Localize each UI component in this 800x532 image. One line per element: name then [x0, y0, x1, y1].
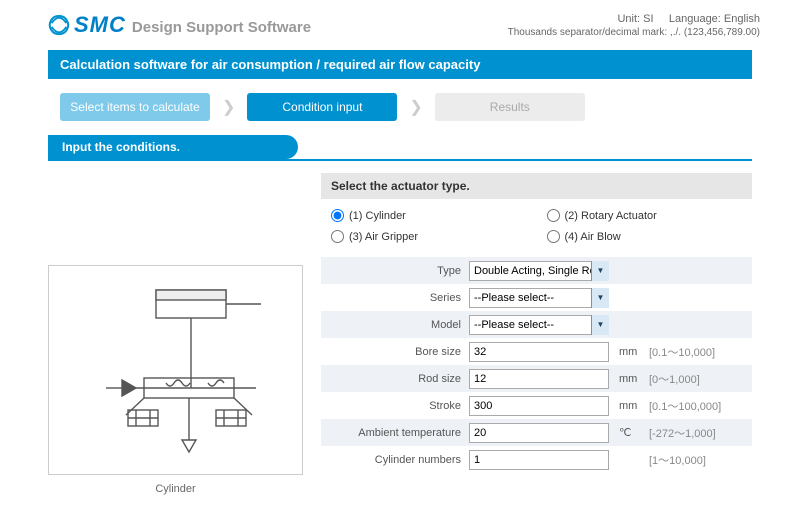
rod-size-input[interactable]	[469, 369, 609, 389]
series-select[interactable]: --Please select--	[469, 288, 609, 308]
brand-logo: SMC	[48, 12, 126, 38]
unit-label: Unit:	[617, 13, 640, 25]
parameter-form: Type Double Acting, Single Rod▼ Series -…	[321, 257, 752, 473]
cylnum-range: [1～10,000]	[643, 452, 706, 468]
brand-text: SMC	[74, 12, 126, 38]
radio-air-gripper[interactable]: (3) Air Gripper	[331, 230, 527, 243]
radio-air-blow[interactable]: (4) Air Blow	[547, 230, 743, 243]
step-condition-input[interactable]: Condition input	[247, 93, 397, 121]
section-divider	[48, 159, 752, 161]
radio-rotary-actuator[interactable]: (2) Rotary Actuator	[547, 209, 743, 222]
rod-range: [0～1,000]	[643, 371, 700, 387]
header: SMC Design Support Software Unit: SI Lan…	[0, 0, 800, 42]
radio-cylinder-input[interactable]	[331, 209, 344, 222]
cylinder-numbers-input[interactable]	[469, 450, 609, 470]
radio-blow-input[interactable]	[547, 230, 560, 243]
actuator-type-heading: Select the actuator type.	[321, 173, 752, 199]
page-title: Calculation software for air consumption…	[48, 50, 752, 79]
model-select[interactable]: --Please select--	[469, 315, 609, 335]
wizard-steps: Select items to calculate ❯ Condition in…	[60, 93, 752, 121]
model-label: Model	[321, 319, 469, 331]
section-heading: Input the conditions.	[48, 135, 298, 159]
actuator-type-radios: (1) Cylinder (2) Rotary Actuator (3) Air…	[321, 209, 752, 257]
rod-unit: mm	[609, 373, 643, 385]
language-value[interactable]: English	[724, 13, 760, 25]
app-subtitle: Design Support Software	[132, 19, 311, 36]
chevron-right-icon: ❯	[222, 97, 235, 117]
cylinder-numbers-label: Cylinder numbers	[321, 454, 469, 466]
bore-size-label: Bore size	[321, 346, 469, 358]
type-label: Type	[321, 265, 469, 277]
stroke-range: [0.1～100,000]	[643, 398, 721, 414]
step-select-items[interactable]: Select items to calculate	[60, 93, 210, 121]
unit-value[interactable]: SI	[643, 13, 653, 25]
type-select[interactable]: Double Acting, Single Rod	[469, 261, 609, 281]
stroke-label: Stroke	[321, 400, 469, 412]
smc-spiral-icon	[48, 14, 70, 36]
language-label: Language:	[669, 13, 721, 25]
ambient-range: [-272～1,000]	[643, 425, 716, 441]
bore-size-input[interactable]	[469, 342, 609, 362]
separator-note: Thousands separator/decimal mark: ,./. (…	[508, 27, 760, 38]
ambient-temp-input[interactable]	[469, 423, 609, 443]
radio-gripper-input[interactable]	[331, 230, 344, 243]
series-label: Series	[321, 292, 469, 304]
stroke-unit: mm	[609, 400, 643, 412]
actuator-diagram	[48, 265, 303, 475]
bore-unit: mm	[609, 346, 643, 358]
diagram-caption: Cylinder	[48, 483, 303, 495]
rod-size-label: Rod size	[321, 373, 469, 385]
ambient-unit: ℃	[609, 426, 643, 439]
radio-rotary-input[interactable]	[547, 209, 560, 222]
radio-cylinder[interactable]: (1) Cylinder	[331, 209, 527, 222]
stroke-input[interactable]	[469, 396, 609, 416]
bore-range: [0.1～10,000]	[643, 344, 715, 360]
step-results: Results	[435, 93, 585, 121]
ambient-temp-label: Ambient temperature	[321, 427, 469, 439]
top-info: Unit: SI Language: English Thousands sep…	[508, 13, 760, 38]
chevron-right-icon: ❯	[409, 97, 422, 117]
